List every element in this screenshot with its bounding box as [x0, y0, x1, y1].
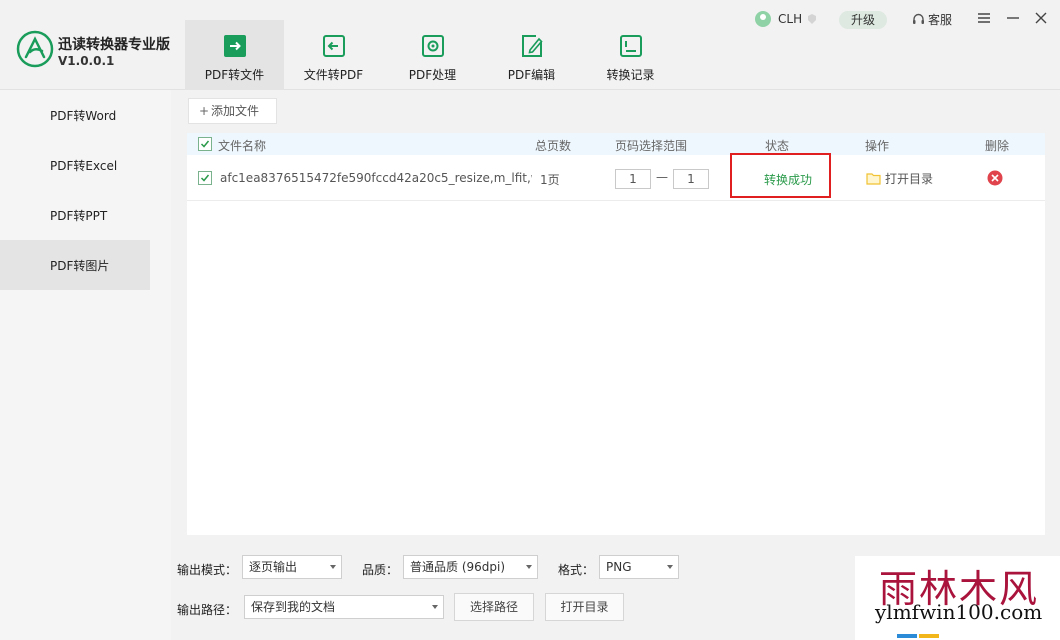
close-icon[interactable] [1033, 10, 1049, 26]
sidebar-item-label: PDF转Excel [50, 159, 118, 173]
menu-icon[interactable] [976, 10, 992, 26]
tab-label: 文件转PDF [303, 68, 364, 82]
sidebar: PDF转Word PDF转Excel PDF转PPT PDF转图片 [0, 90, 171, 640]
watermark-bar [897, 634, 917, 638]
username: CLH [778, 12, 803, 26]
customer-service-button[interactable]: 客服 [912, 10, 952, 28]
open-folder-label: 打开目录 [885, 172, 934, 186]
sidebar-item-pdf-to-word[interactable]: PDF转Word [0, 90, 171, 140]
output-mode-label: 输出模式： [177, 563, 238, 577]
check-icon [200, 140, 210, 148]
quality-label: 品质： [362, 563, 399, 577]
sidebar-item-pdf-to-image[interactable]: PDF转图片 [0, 240, 150, 290]
vip-badge-icon [808, 14, 817, 24]
sidebar-item-label: PDF转Word [50, 109, 117, 123]
tab-label: PDF处理 [408, 68, 457, 82]
history-icon [620, 35, 642, 57]
pdf-edit-icon [522, 35, 543, 57]
tab-file-to-pdf[interactable]: 文件转PDF [284, 20, 383, 90]
range-from-input[interactable]: 1 [615, 169, 651, 189]
tab-label: PDF转文件 [204, 68, 265, 82]
tab-pdf-edit[interactable]: PDF编辑 [482, 20, 581, 90]
app-logo-icon [16, 30, 54, 68]
header-pages: 总页数 [535, 139, 572, 153]
select-all-checkbox[interactable] [198, 137, 212, 151]
app-name: 迅读转换器专业版 [58, 37, 170, 53]
output-mode-value: 逐页输出 [249, 560, 298, 574]
header-filename: 文件名称 [218, 139, 267, 153]
format-value: PNG [606, 560, 632, 574]
tab-label: 转换记录 [606, 68, 655, 82]
format-label: 格式： [558, 563, 595, 577]
check-icon [200, 174, 210, 182]
sidebar-item-pdf-to-ppt[interactable]: PDF转PPT [0, 190, 171, 240]
file-name: afc1ea8376515472fe590fccd42a20c5_resize,… [220, 171, 532, 185]
tab-pdf-to-file[interactable]: PDF转文件 [185, 20, 284, 90]
caret-down-icon [667, 565, 673, 569]
plus-icon: + [199, 104, 210, 118]
tab-label: PDF编辑 [507, 68, 556, 82]
page-count: 1页 [540, 173, 560, 187]
table-header: 文件名称 总页数 页码选择范围 状态 操作 删除 [187, 133, 1045, 155]
delete-icon[interactable] [987, 170, 1003, 186]
format-select[interactable]: PNG [599, 555, 679, 579]
tab-history[interactable]: 转换记录 [581, 20, 680, 90]
folder-icon [866, 173, 881, 185]
open-directory-button[interactable]: 打开目录 [545, 593, 624, 621]
upgrade-button[interactable]: 升级 [839, 11, 887, 29]
range-separator: — [656, 170, 668, 184]
add-file-label: 添加文件 [211, 104, 260, 118]
watermark-bar [919, 634, 939, 638]
sidebar-item-pdf-to-excel[interactable]: PDF转Excel [0, 140, 171, 190]
header-status: 状态 [765, 139, 790, 153]
app-version: V1.0.0.1 [58, 54, 115, 68]
output-mode-select[interactable]: 逐页输出 [242, 555, 342, 579]
sidebar-item-label: PDF转图片 [50, 259, 110, 273]
file-table: 文件名称 总页数 页码选择范围 状态 操作 删除 afc1ea837651547… [187, 133, 1045, 535]
output-path-select[interactable]: 保存到我的文档 [244, 595, 444, 619]
service-label: 客服 [928, 12, 953, 27]
pdf-process-icon [422, 35, 444, 57]
table-row: afc1ea8376515472fe590fccd42a20c5_resize,… [187, 153, 1045, 201]
caret-down-icon [526, 565, 532, 569]
range-to-input[interactable]: 1 [673, 169, 709, 189]
minimize-icon[interactable] [1005, 10, 1021, 26]
output-path-value: 保存到我的文档 [251, 600, 336, 614]
main-tabs: PDF转文件 文件转PDF PDF处理 PDF编辑 转换记录 [185, 20, 680, 90]
caret-down-icon [330, 565, 336, 569]
avatar [755, 11, 771, 27]
watermark: 雨林木风 ylmfwin100.com [855, 556, 1060, 640]
headset-icon [913, 13, 924, 24]
row-checkbox[interactable] [198, 171, 212, 185]
pdf-to-file-icon [224, 35, 246, 57]
sidebar-item-label: PDF转PPT [50, 209, 108, 223]
quality-value: 普通品质 (96dpi) [410, 560, 506, 574]
file-to-pdf-icon [323, 35, 345, 57]
quality-select[interactable]: 普通品质 (96dpi) [403, 555, 538, 579]
tab-pdf-process[interactable]: PDF处理 [383, 20, 482, 90]
header-operation: 操作 [865, 139, 890, 153]
output-path-label: 输出路径： [177, 603, 238, 617]
header-range: 页码选择范围 [615, 139, 688, 153]
caret-down-icon [432, 605, 438, 609]
header-delete: 删除 [985, 139, 1010, 153]
header: 迅读转换器专业版 V1.0.0.1 PDF转文件 文件转PDF PDF处理 PD… [0, 0, 1060, 90]
add-file-button[interactable]: + 添加文件 [188, 98, 277, 124]
user-info[interactable]: CLH [755, 10, 818, 28]
watermark-en: ylmfwin100.com [875, 600, 1043, 624]
open-folder-button[interactable]: 打开目录 [866, 170, 933, 187]
status-badge: 转换成功 [764, 173, 813, 187]
choose-path-button[interactable]: 选择路径 [454, 593, 534, 621]
